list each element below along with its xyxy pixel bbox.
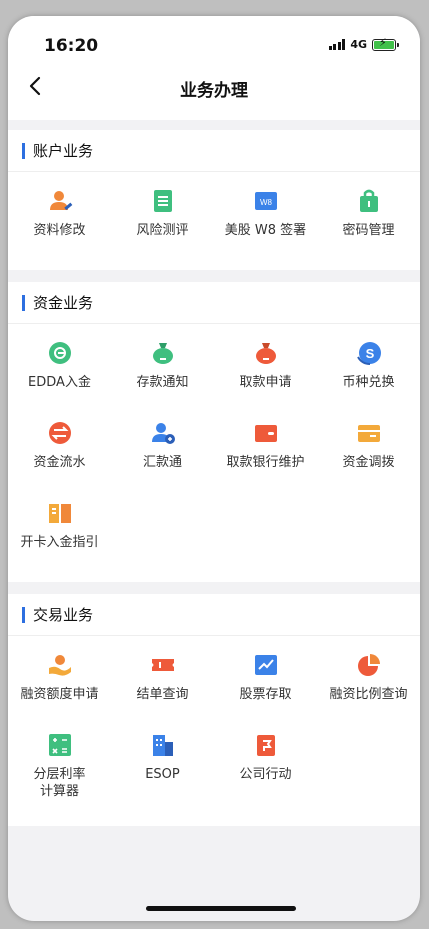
stock-chart-icon [254, 655, 277, 675]
bank-card-icon [254, 425, 277, 442]
transfer-flow-icon [48, 422, 71, 444]
service-label: EDDA入金 [28, 375, 91, 390]
service-deposit-notice[interactable]: 存款通知 [111, 338, 214, 418]
wallet-icon [357, 425, 380, 442]
service-remittance[interactable]: 汇款通 [111, 418, 214, 498]
service-label: ESOP [145, 767, 180, 782]
section-title: 资金业务 [33, 294, 94, 312]
battery-icon: ⚡ [372, 37, 399, 51]
page-title: 业务办理 [180, 81, 248, 101]
calculator-icon [48, 734, 71, 756]
service-fund-transfer[interactable]: 资金调拨 [317, 418, 420, 498]
guide-book-icon [48, 504, 71, 523]
section-accent-bar [22, 606, 25, 623]
service-w8-sign[interactable]: W8 美股 W8 签署 [214, 186, 317, 266]
building-icon [152, 735, 173, 756]
service-label: 公司行动 [239, 767, 292, 782]
phone-screen: 16:20 4G ⚡ 业务办理 账户业务 资料修改 风险测评 W8 美股 W8 … [8, 16, 420, 921]
service-label: 取款申请 [239, 375, 292, 390]
status-time: 16:20 [44, 36, 99, 56]
service-label: 结单查询 [136, 687, 189, 702]
w8-form-icon: W8 [254, 192, 277, 210]
flag-doc-icon [256, 735, 275, 756]
service-label: 风险测评 [136, 223, 189, 238]
service-label: 融资比例查询 [329, 687, 408, 702]
service-card-deposit-guide[interactable]: 开卡入金指引 [8, 498, 111, 578]
section-account: 账户业务 资料修改 风险测评 W8 美股 W8 签署 密码管理 [8, 130, 420, 270]
service-label: 开卡入金指引 [20, 535, 99, 550]
service-bank-maintenance[interactable]: 取款银行维护 [214, 418, 317, 498]
service-label: 美股 W8 签署 [224, 223, 307, 238]
pie-chart-icon [357, 654, 380, 676]
section-title: 交易业务 [33, 606, 94, 624]
edda-icon [48, 342, 71, 364]
service-currency-exchange[interactable]: S 币种兑换 [317, 338, 420, 418]
user-edit-icon [49, 191, 72, 211]
section-header: 账户业务 [8, 130, 420, 172]
status-icons: 4G ⚡ [328, 37, 399, 51]
section-header: 交易业务 [8, 594, 420, 636]
service-margin-limit-apply[interactable]: 融资额度申请 [8, 650, 111, 730]
network-type: 4G [350, 38, 367, 51]
deposit-bag-icon [152, 343, 173, 364]
section-title: 账户业务 [33, 142, 94, 160]
section-funds: 资金业务 EDDA入金 存款通知 取款申请 S 币种兑换 资金流水 汇款通 取款… [8, 282, 420, 582]
service-margin-ratio-query[interactable]: 融资比例查询 [317, 650, 420, 730]
service-tiered-rate-calculator[interactable]: 分层利率计算器 [8, 730, 111, 822]
service-password[interactable]: 密码管理 [317, 186, 420, 266]
remit-user-icon [151, 423, 175, 444]
clipboard-icon [153, 190, 172, 212]
service-stock-deposit-withdraw[interactable]: 股票存取 [214, 650, 317, 730]
service-risk-assessment[interactable]: 风险测评 [111, 186, 214, 266]
lock-bag-icon [359, 189, 378, 212]
service-label: 分层利率计算器 [33, 767, 86, 799]
currency-exchange-icon: S [356, 342, 381, 365]
service-fund-flow[interactable]: 资金流水 [8, 418, 111, 498]
top-bar: 16:20 4G ⚡ 业务办理 [8, 16, 420, 120]
service-edda-deposit[interactable]: EDDA入金 [8, 338, 111, 418]
service-label: 股票存取 [239, 687, 292, 702]
signal-icon [328, 39, 346, 50]
service-label: 资金调拨 [342, 455, 395, 470]
hand-coin-icon [48, 655, 71, 676]
service-esop[interactable]: ESOP [111, 730, 214, 822]
service-label: 汇款通 [142, 455, 182, 470]
section-header: 资金业务 [8, 282, 420, 324]
service-profile-edit[interactable]: 资料修改 [8, 186, 111, 266]
withdraw-bag-icon [255, 343, 276, 364]
section-accent-bar [22, 294, 25, 311]
svg-text:W8: W8 [260, 198, 273, 207]
section-trading: 交易业务 融资额度申请 结单查询 股票存取 融资比例查询 分层利率计算器 ESO… [8, 594, 420, 826]
service-statement-query[interactable]: 结单查询 [111, 650, 214, 730]
service-withdraw[interactable]: 取款申请 [214, 338, 317, 418]
service-label: 取款银行维护 [226, 455, 305, 470]
service-label: 资金流水 [33, 455, 86, 470]
section-accent-bar [22, 142, 25, 159]
service-label: 融资额度申请 [20, 687, 99, 702]
service-label: 密码管理 [342, 223, 395, 238]
service-corporate-action[interactable]: 公司行动 [214, 730, 317, 822]
svg-text:S: S [365, 346, 374, 361]
home-indicator[interactable] [146, 906, 296, 911]
service-label: 资料修改 [33, 223, 86, 238]
service-label: 币种兑换 [342, 375, 395, 390]
service-label: 存款通知 [136, 375, 189, 390]
ticket-icon [151, 659, 174, 671]
